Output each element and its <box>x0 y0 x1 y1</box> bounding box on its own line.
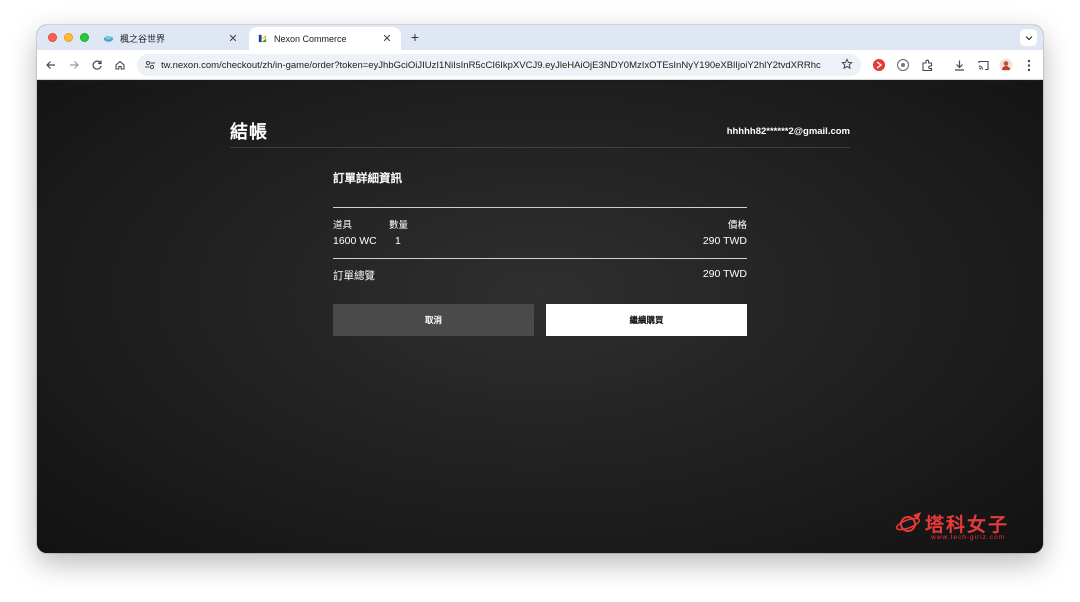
cast-icon <box>977 60 989 70</box>
order-details-heading: 訂單詳細資訊 <box>333 173 402 185</box>
window-controls <box>48 33 89 42</box>
home-icon <box>115 60 125 70</box>
extensions-button[interactable] <box>919 57 935 73</box>
avatar-icon <box>999 58 1013 72</box>
watermark-text: 塔科女子 <box>925 515 1010 536</box>
checkout-page: 結帳 hhhhh82******2@gmail.com 訂單詳細資訊 道具 數量… <box>37 81 1043 553</box>
forward-button[interactable] <box>66 57 82 73</box>
item-name: 1600 WC <box>333 235 377 247</box>
browser-window: 楓之谷世界 ✕ Nexon Commerce ✕ + tw.nexon.com/… <box>37 25 1043 553</box>
download-icon <box>954 60 964 71</box>
order-summary-label: 訂單總覽 <box>333 270 375 282</box>
watermark-logo: 塔科女子 www.tech-girlz.com <box>895 509 1030 545</box>
home-button[interactable] <box>112 57 128 73</box>
tab-title: Nexon Commerce <box>274 33 347 44</box>
downloads-button[interactable] <box>951 57 967 73</box>
tab-maplestory[interactable]: 楓之谷世界 ✕ <box>95 27 247 50</box>
site-settings-icon[interactable] <box>144 59 156 71</box>
tab-close-icon[interactable]: ✕ <box>227 32 239 45</box>
watermark-url: www.tech-girlz.com <box>931 534 1005 541</box>
arrow-left-icon <box>46 61 55 69</box>
circle-extension-icon <box>896 58 910 72</box>
header-divider <box>230 147 850 148</box>
rocket-planet-icon <box>895 512 921 532</box>
url-text[interactable]: tw.nexon.com/checkout/zh/in-game/order?t… <box>161 60 821 71</box>
order-summary-divider <box>333 258 747 259</box>
column-header-price: 價格 <box>727 220 747 231</box>
back-button[interactable] <box>43 57 59 73</box>
bookmark-star-icon[interactable] <box>841 58 853 70</box>
chevron-down-icon <box>1025 35 1032 40</box>
continue-purchase-button[interactable]: 繼續購買 <box>546 304 747 336</box>
tab-close-icon[interactable]: ✕ <box>381 32 393 45</box>
red-extension-icon <box>873 59 885 71</box>
tab-search-menu-button[interactable] <box>1020 29 1037 46</box>
tab-nexon-commerce[interactable]: Nexon Commerce ✕ <box>249 27 401 50</box>
cast-button[interactable] <box>975 57 991 73</box>
minimize-window-button[interactable] <box>64 33 73 42</box>
cancel-button[interactable]: 取消 <box>333 304 534 336</box>
puzzle-icon <box>921 59 932 71</box>
column-header-item: 道具 <box>333 220 353 231</box>
more-vertical-icon <box>1027 59 1031 71</box>
maximize-window-button[interactable] <box>80 33 89 42</box>
extension-red-button[interactable] <box>871 57 887 73</box>
user-email: hhhhh82******2@gmail.com <box>726 126 850 137</box>
item-price: 290 TWD <box>702 235 747 247</box>
browser-toolbar: tw.nexon.com/checkout/zh/in-game/order?t… <box>37 50 1043 80</box>
page-title: 結帳 <box>230 122 268 142</box>
order-summary-total: 290 TWD <box>702 268 747 280</box>
new-tab-button[interactable]: + <box>407 29 423 45</box>
arrow-right-icon <box>70 61 79 69</box>
tab-strip: 楓之谷世界 ✕ Nexon Commerce ✕ + <box>37 25 1043 50</box>
close-window-button[interactable] <box>48 33 57 42</box>
nexon-logo-icon <box>258 34 267 43</box>
extension-circle-button[interactable] <box>895 57 911 73</box>
browser-menu-button[interactable] <box>1021 57 1037 73</box>
item-quantity: 1 <box>395 235 401 247</box>
address-bar[interactable]: tw.nexon.com/checkout/zh/in-game/order?t… <box>137 54 861 76</box>
maplestory-fish-icon <box>103 36 114 42</box>
reload-button[interactable] <box>89 57 105 73</box>
order-table-top-divider <box>333 207 747 208</box>
reload-icon <box>92 60 102 70</box>
tab-title: 楓之谷世界 <box>120 34 166 44</box>
profile-avatar[interactable] <box>998 57 1014 73</box>
column-header-quantity: 數量 <box>389 220 409 231</box>
